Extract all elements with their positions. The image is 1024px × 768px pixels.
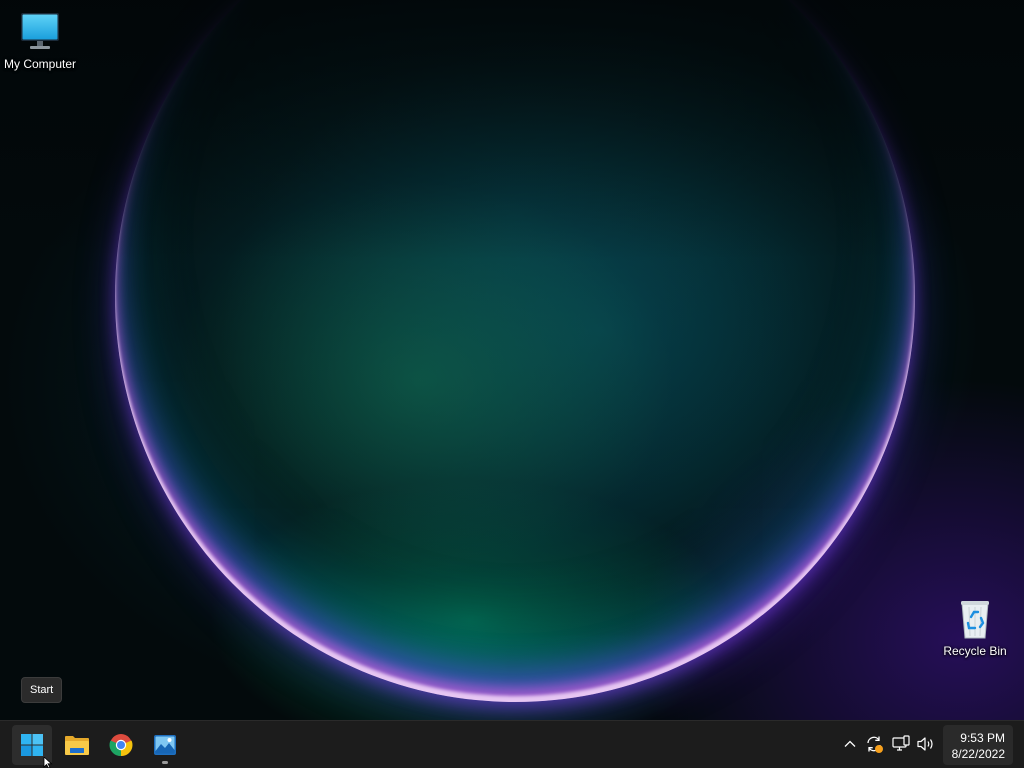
- volume-button[interactable]: [915, 733, 937, 755]
- network-icon: [892, 735, 910, 751]
- recycle-bin-icon: [953, 597, 997, 641]
- start-tooltip: Start: [21, 677, 63, 703]
- show-hidden-icons-button[interactable]: [839, 733, 861, 755]
- taskbar: 9:53 PM 8/22/2022: [0, 720, 1024, 768]
- wallpaper-glow: [0, 0, 1024, 720]
- clock-button[interactable]: 9:53 PM 8/22/2022: [943, 725, 1013, 765]
- clock-time: 9:53 PM: [960, 731, 1005, 745]
- desktop-icon-label: My Computer: [3, 57, 77, 71]
- photos-icon: [154, 735, 176, 755]
- network-button[interactable]: [890, 733, 912, 755]
- running-indicator: [162, 761, 168, 764]
- chrome-button[interactable]: [101, 725, 141, 765]
- windows-update-button[interactable]: [863, 733, 885, 755]
- file-explorer-button[interactable]: [57, 725, 97, 765]
- chrome-icon: [109, 734, 133, 757]
- clock-date: 8/22/2022: [951, 747, 1005, 761]
- windows-update-icon: [867, 736, 883, 753]
- windows-start-icon: [21, 734, 43, 756]
- mouse-cursor-icon: [43, 757, 53, 768]
- desktop[interactable]: My Computer Recycle Bin: [0, 0, 1024, 720]
- desktop-icon-my-computer[interactable]: My Computer: [0, 10, 80, 71]
- photos-button[interactable]: [145, 725, 185, 765]
- monitor-icon: [18, 10, 62, 54]
- desktop-icon-label: Recycle Bin: [943, 644, 1007, 658]
- wallpaper-shade: [0, 0, 1024, 260]
- chevron-up-icon: [844, 740, 856, 747]
- volume-icon: [917, 737, 933, 751]
- desktop-icon-recycle-bin[interactable]: Recycle Bin: [935, 597, 1015, 658]
- wallpaper-bloom: [115, 0, 915, 702]
- file-explorer-icon: [65, 736, 89, 755]
